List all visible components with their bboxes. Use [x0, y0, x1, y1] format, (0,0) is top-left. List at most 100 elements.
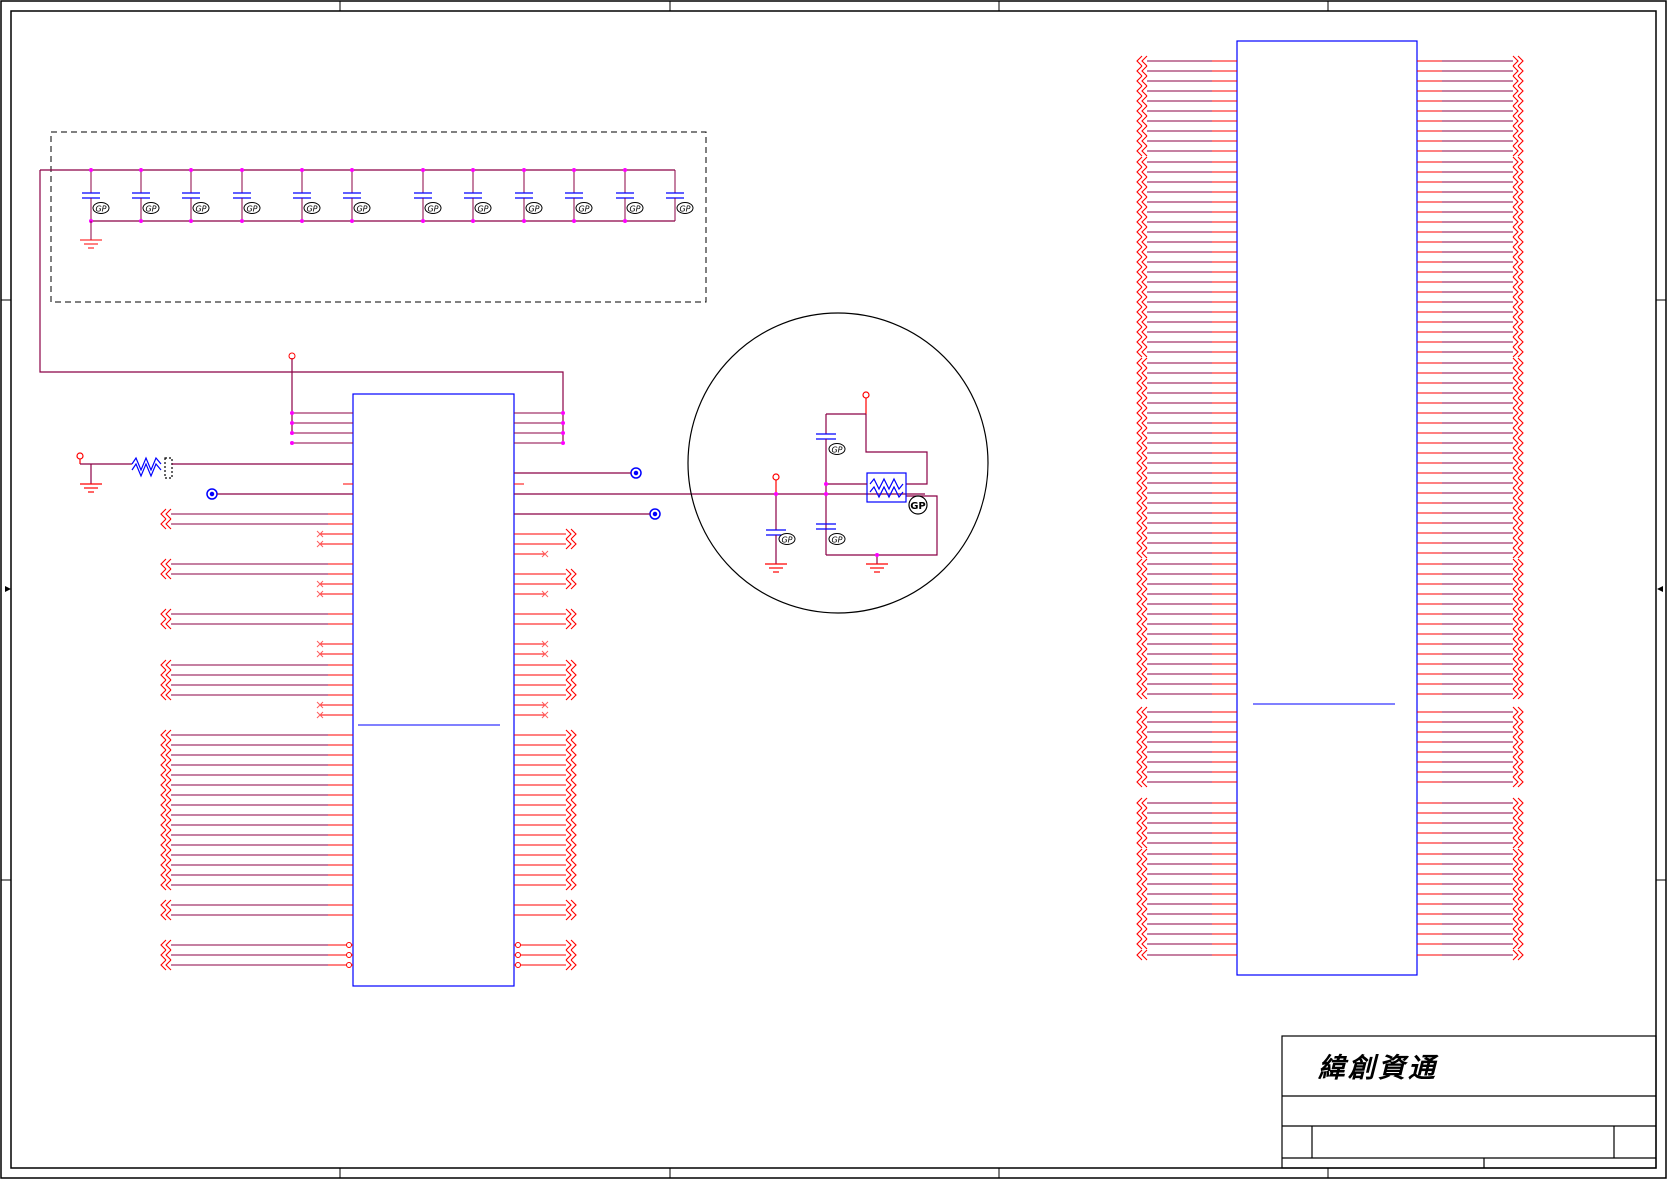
connector-right-pin	[1417, 766, 1524, 778]
net-port-chevron	[1136, 85, 1148, 97]
connector-left-pin	[1136, 766, 1237, 778]
net-port-chevron	[565, 899, 577, 911]
connector-right-pin	[1417, 578, 1524, 590]
decoupling-capacitor: GP	[414, 168, 442, 223]
net-port-chevron	[1512, 848, 1524, 860]
connector-left-pin	[1136, 807, 1237, 819]
net-port-chevron	[1136, 638, 1148, 650]
net-port-chevron	[1512, 336, 1524, 348]
svg-text:GP: GP	[195, 205, 206, 214]
connector-right-pin	[1417, 868, 1524, 880]
svg-text:GP: GP	[477, 205, 488, 214]
net-port-chevron	[1136, 898, 1148, 910]
connector-right-pin	[1417, 326, 1524, 338]
net-port-chevron	[1512, 487, 1524, 499]
net-port-chevron	[1512, 115, 1524, 127]
net-port-chevron	[1512, 186, 1524, 198]
net-port-chevron	[1136, 776, 1148, 788]
connector-left-pin	[1136, 236, 1237, 248]
net-port-chevron	[1512, 316, 1524, 328]
net-port-chevron	[1136, 817, 1148, 829]
connector-left-pin	[1136, 357, 1237, 369]
net-port-chevron	[160, 558, 172, 570]
connector-right-pin	[1417, 115, 1524, 127]
connector-right-pin	[1417, 357, 1524, 369]
decoupling-capacitor: GP	[565, 168, 593, 223]
net-port-chevron	[1136, 427, 1148, 439]
net-port-chevron	[1136, 858, 1148, 870]
net-port-chevron	[160, 799, 172, 811]
net-port-chevron	[1512, 706, 1524, 718]
gp-mark: GP	[828, 533, 846, 545]
svg-text:GP: GP	[831, 536, 842, 545]
net-port-chevron	[1136, 166, 1148, 178]
connector-left-pin	[1136, 226, 1237, 238]
connector-right-pin	[1417, 367, 1524, 379]
net-port-chevron	[1136, 648, 1148, 660]
connector-body	[1236, 40, 1418, 976]
connector-right-pin	[1417, 568, 1524, 580]
net-port-chevron	[1512, 357, 1524, 369]
gp-mark: GP	[243, 202, 261, 214]
connector-right-pin	[1417, 888, 1524, 900]
connector-left-pin	[1136, 858, 1237, 870]
net-port-chevron	[1136, 848, 1148, 860]
net-port-chevron	[1136, 75, 1148, 87]
net-port-chevron	[1136, 706, 1148, 718]
connector-right-pin	[1417, 918, 1524, 930]
connector-right-pin	[1417, 638, 1524, 650]
net-port-chevron	[1512, 678, 1524, 690]
net-port-chevron	[160, 879, 172, 891]
net-port-chevron	[160, 849, 172, 861]
net-port-chevron	[565, 608, 577, 620]
net-port-chevron	[1136, 568, 1148, 580]
connector-left-pin	[1136, 135, 1237, 147]
connector-right-pin	[1417, 55, 1524, 67]
net-port-chevron	[1136, 95, 1148, 107]
connector-right-pin	[1417, 527, 1524, 539]
connector-left-pin	[1136, 827, 1237, 839]
net-port-chevron	[1136, 256, 1148, 268]
connector-right-pin	[1417, 417, 1524, 429]
net-port-chevron	[1136, 746, 1148, 758]
gp-mark: GP	[424, 202, 442, 214]
decoupling-capacitor: GP	[666, 170, 694, 221]
decoupling-capacitor: GP	[293, 168, 321, 223]
net-port-chevron	[1136, 65, 1148, 77]
connector-left-pin	[1136, 427, 1237, 439]
decoupling-capacitor: GP	[616, 168, 644, 223]
connector-left-pin	[1136, 115, 1237, 127]
connector-right-pin	[1417, 688, 1524, 700]
connector-right-pin	[1417, 397, 1524, 409]
net-port-chevron	[1512, 377, 1524, 389]
net-port-chevron	[1512, 216, 1524, 228]
decoupling-capacitor: GP	[343, 168, 371, 223]
connector-left-pin	[1136, 726, 1237, 738]
gp-mark: GP	[142, 202, 160, 214]
connector-right-pin	[1417, 908, 1524, 920]
net-port-chevron	[1136, 766, 1148, 778]
net-port-chevron	[1512, 387, 1524, 399]
connector-left-pin	[1136, 888, 1237, 900]
connector-right-pin	[1417, 336, 1524, 348]
connector-left-pin	[1136, 176, 1237, 188]
connector-left-pin	[1136, 266, 1237, 278]
net-port-chevron	[565, 839, 577, 851]
connector-left-pin	[1136, 477, 1237, 489]
connector-left-pin	[1136, 387, 1237, 399]
net-port-chevron	[1136, 216, 1148, 228]
gp-mark: GP	[626, 202, 644, 214]
net-port-chevron	[1512, 467, 1524, 479]
net-port-chevron	[160, 729, 172, 741]
detail-circle	[687, 312, 989, 614]
connector-left-pin	[1136, 306, 1237, 318]
connector-right-pin	[1417, 296, 1524, 308]
net-port-chevron	[1136, 336, 1148, 348]
net-port-chevron	[1512, 598, 1524, 610]
bias-power-port	[76, 452, 84, 460]
net-port-chevron	[1136, 125, 1148, 137]
pin-bubble	[515, 942, 521, 948]
bank-ground	[80, 221, 102, 249]
connector-right-pin	[1417, 507, 1524, 519]
net-port-chevron	[565, 909, 577, 921]
